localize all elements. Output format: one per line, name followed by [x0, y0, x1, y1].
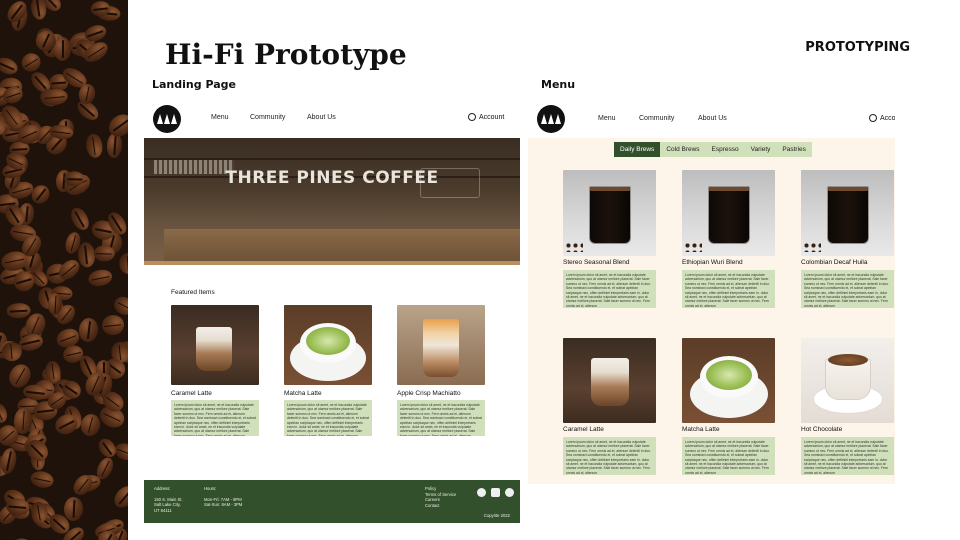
account-label: Account — [880, 114, 895, 122]
coffee-bean — [0, 446, 19, 475]
coffee-bean — [93, 244, 116, 262]
menu-page-frame: Menu Community About Us Account Daily Br… — [528, 98, 895, 484]
tab-cold-brews[interactable]: Cold Brews — [660, 142, 705, 157]
menu-item-name: Colombian Decaf Huila — [801, 259, 868, 266]
menu-page-label: Menu — [541, 78, 576, 91]
hot-chocolate-image[interactable] — [801, 338, 894, 423]
twitter-icon[interactable] — [505, 488, 514, 497]
facebook-icon[interactable] — [477, 488, 486, 497]
site-footer: Address: 150 S. Main St. Salt Lake City,… — [144, 480, 520, 523]
footer-address-line: UT 84111 — [154, 507, 172, 513]
menu-category-tabs: Daily Brews Cold Brews Espresso Variety … — [614, 142, 812, 157]
coffee-bean — [84, 133, 104, 160]
hero-title: THREE PINES COFFEE — [225, 168, 439, 188]
colombian-decaf-huila-image[interactable] — [801, 170, 894, 256]
nav-about-us[interactable]: About Us — [307, 114, 336, 121]
nav-about-us[interactable]: About Us — [698, 115, 727, 122]
nav-community[interactable]: Community — [250, 114, 285, 121]
account-icon — [468, 113, 476, 121]
coffee-bean — [0, 400, 10, 426]
menu-item-name: Caramel Latte — [563, 426, 604, 433]
coffee-bean — [53, 37, 72, 61]
coffee-bean — [112, 293, 128, 318]
footer-hours-line: Sat-Sun: 8AM - 3PM — [204, 502, 243, 507]
menu-item-description: Lorem ipsum dolor sit amet, ne et iracun… — [801, 437, 894, 475]
nav-menu[interactable]: Menu — [211, 114, 229, 121]
menu-item-name: Hot Chocolate — [801, 426, 843, 433]
featured-item-name: Matcha Latte — [284, 390, 322, 397]
section-tag: PROTOTYPING — [805, 40, 910, 55]
menu-item-name: Stereo Seasonal Blend — [563, 259, 630, 266]
footer-links: Policy Terms of Service Careers Contact — [425, 486, 456, 508]
featured-item-name: Apple Crisp Machiatto — [397, 390, 461, 397]
account-label: Account — [479, 113, 505, 121]
footer-link-contact[interactable]: Contact — [425, 503, 456, 509]
menu-item-description: Lorem ipsum dolor sit amet, ne et iracun… — [682, 270, 775, 308]
caramel-latte-image[interactable] — [563, 338, 656, 423]
menu-nav: Menu Community About Us Account — [528, 98, 895, 138]
coffee-bean — [5, 302, 31, 319]
tab-daily-brews[interactable]: Daily Brews — [614, 142, 661, 157]
coffee-bean — [29, 0, 48, 21]
coffee-bean — [63, 496, 84, 522]
hero-banner: THREE PINES COFFEE — [144, 138, 520, 265]
account-link[interactable]: Account — [468, 113, 504, 121]
coffee-bean — [101, 314, 126, 337]
ethiopian-wuri-blend-image[interactable] — [682, 170, 775, 256]
footer-copyright: Copyrite 2022 — [483, 512, 510, 518]
nav-community[interactable]: Community — [639, 115, 674, 122]
coffee-bean — [64, 170, 85, 187]
account-link[interactable]: Account — [869, 114, 895, 122]
stereo-seasonal-blend-image[interactable] — [563, 170, 656, 256]
featured-item-description: Lorem ipsum dolor sit amet, ne et iracun… — [397, 400, 485, 436]
footer-hours: Hours: Mon-Fri: 7AM - 8PM Sat-Sun: 8AM -… — [204, 486, 242, 508]
menu-item-name: Matcha Latte — [682, 426, 720, 433]
three-pines-logo[interactable] — [153, 105, 181, 133]
account-icon — [869, 114, 877, 122]
instagram-icon[interactable] — [491, 488, 500, 497]
coffee-bean — [95, 435, 120, 460]
tab-variety[interactable]: Variety — [745, 142, 777, 157]
coffee-bean — [41, 87, 69, 106]
coffee-bean — [0, 54, 20, 78]
nav-menu[interactable]: Menu — [598, 115, 616, 122]
featured-item-name: Caramel Latte — [171, 390, 212, 397]
footer-address: Address: 150 S. Main St. Salt Lake City,… — [154, 486, 183, 513]
coffee-bean — [29, 469, 56, 490]
menu-item-name: Ethiopian Wuri Blend — [682, 259, 743, 266]
coffee-bean — [109, 482, 128, 513]
coffee-bean — [117, 251, 128, 275]
coffee-bean — [77, 317, 100, 344]
coffee-bean — [67, 204, 93, 234]
slide-title: Hi-Fi Prototype — [165, 38, 407, 71]
caramel-latte-image[interactable] — [171, 305, 259, 385]
footer-address-line: Salt Lake City, — [154, 502, 181, 507]
featured-item-description: Lorem ipsum dolor sit amet, ne et iracun… — [284, 400, 372, 436]
featured-items-title: Featured Items — [171, 289, 215, 296]
tab-pastries[interactable]: Pastries — [776, 142, 811, 157]
three-pines-logo[interactable] — [537, 105, 565, 133]
landing-page-label: Landing Page — [152, 78, 236, 91]
coffee-bean — [86, 268, 114, 289]
menu-item-description: Lorem ipsum dolor sit amet, ne et iracun… — [563, 437, 656, 475]
matcha-latte-image[interactable] — [682, 338, 775, 423]
menu-item-description: Lorem ipsum dolor sit amet, ne et iracun… — [801, 270, 894, 308]
landing-page-frame: Menu Community About Us Account THREE PI… — [144, 98, 520, 523]
apple-crisp-machiatto-image[interactable] — [397, 305, 485, 385]
coffee-beans-decoration — [0, 0, 128, 540]
menu-item-description: Lorem ipsum dolor sit amet, ne et iracun… — [563, 270, 656, 308]
featured-item-description: Lorem ipsum dolor sit amet, ne et iracun… — [171, 400, 259, 436]
landing-nav: Menu Community About Us Account — [144, 98, 520, 138]
menu-item-description: Lorem ipsum dolor sit amet, ne et iracun… — [682, 437, 775, 475]
tab-espresso[interactable]: Espresso — [706, 142, 745, 157]
matcha-latte-image[interactable] — [284, 305, 372, 385]
